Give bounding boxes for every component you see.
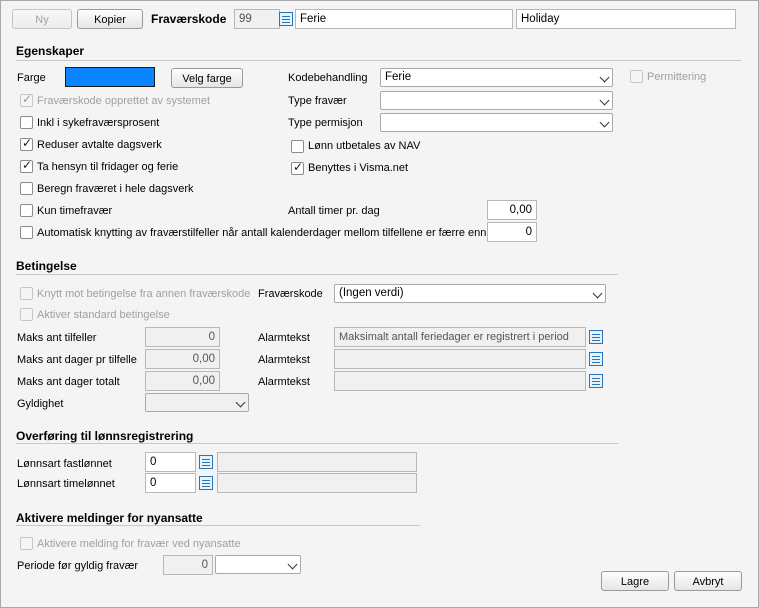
max-days-per-case-label: Maks ant dager pr tilfelle <box>17 354 137 366</box>
new-hires-section-title: Aktivere meldinger for nyansatte <box>16 511 203 525</box>
nav-pay-checkbox[interactable] <box>291 140 304 153</box>
link-other-condition-label: Knytt mot betingelse fra annen fraværsko… <box>37 288 251 300</box>
alarm-text-label-3: Alarmtekst <box>258 376 310 388</box>
name-english-field[interactable]: Holiday <box>516 9 736 29</box>
validity-label: Gyldighet <box>17 398 64 410</box>
lookup-list-icon[interactable] <box>199 476 213 490</box>
layoff-label: Permittering <box>647 71 707 83</box>
absence-type-label: Type fravær <box>288 95 347 107</box>
wage-type-hourly-label: Lønnsart timelønnet <box>17 478 115 490</box>
max-days-total-label: Maks ant dager totalt <box>17 376 120 388</box>
period-unit-select[interactable] <box>215 555 301 574</box>
copy-button[interactable]: Kopier <box>77 9 143 29</box>
auto-link-label: Automatisk knytting av fraværstilfeller … <box>37 227 487 239</box>
max-cases-field[interactable]: 0 <box>145 327 220 347</box>
alarm-text-label-1: Alarmtekst <box>258 332 310 344</box>
checkmark-icon: ✓ <box>22 92 33 106</box>
nav-pay-label: Lønn utbetales av NAV <box>308 140 421 152</box>
alarm-text-label-2: Alarmtekst <box>258 354 310 366</box>
pick-color-button[interactable]: Velg farge <box>171 68 243 88</box>
divider <box>16 443 618 444</box>
lookup-list-icon[interactable] <box>279 12 293 26</box>
max-cases-label: Maks ant tilfeller <box>17 332 97 344</box>
auto-link-checkbox[interactable] <box>20 226 33 239</box>
period-before-valid-field[interactable]: 0 <box>163 555 213 575</box>
activate-standard-checkbox[interactable] <box>20 308 33 321</box>
auto-link-days-field[interactable]: 0 <box>487 222 537 242</box>
alarm-text-field-1[interactable]: Maksimalt antall feriedager er registrer… <box>334 327 586 347</box>
lookup-list-icon[interactable] <box>589 352 603 366</box>
reduce-days-label: Reduser avtalte dagsverk <box>37 139 162 151</box>
chevron-down-icon <box>287 559 298 570</box>
alarm-text-field-2[interactable] <box>334 349 586 369</box>
full-day-label: Beregn fraværet i hele dagsverk <box>37 183 194 195</box>
chevron-down-icon <box>235 397 246 408</box>
divider <box>16 60 741 61</box>
payroll-section-title: Overføring til lønnsregistrering <box>16 429 194 443</box>
activate-new-hire-checkbox[interactable] <box>20 537 33 550</box>
code-handling-select[interactable]: Ferie <box>380 68 613 87</box>
wage-type-fixed-field[interactable]: 0 <box>145 452 196 472</box>
sick-percentage-checkbox[interactable] <box>20 116 33 129</box>
chevron-down-icon <box>599 117 610 128</box>
wage-type-fixed-description <box>217 452 417 472</box>
divider <box>16 274 618 275</box>
absence-type-select[interactable] <box>380 91 613 110</box>
divider <box>16 525 420 526</box>
period-before-valid-label: Periode før gyldig fravær <box>17 560 139 572</box>
consider-holidays-label: Ta hensyn til fridager og ferie <box>37 161 179 173</box>
visma-label: Benyttes i Visma.net <box>308 162 409 174</box>
chevron-down-icon <box>592 288 603 299</box>
full-day-checkbox[interactable] <box>20 182 33 195</box>
sick-percentage-label: Inkl i sykefraværsprosent <box>37 117 160 129</box>
checkmark-icon: ✓ <box>293 160 304 174</box>
system-created-label: Fraværskode opprettet av systemet <box>37 95 211 107</box>
checkmark-icon: ✓ <box>22 158 33 172</box>
hours-only-label: Kun timefravær <box>37 205 113 217</box>
activate-new-hire-label: Aktivere melding for fravær ved nyansatt… <box>37 538 241 550</box>
conditions-section-title: Betingelse <box>16 259 77 273</box>
layoff-checkbox[interactable] <box>630 70 643 83</box>
hours-per-day-field[interactable]: 0,00 <box>487 200 537 220</box>
wage-type-hourly-field[interactable]: 0 <box>145 473 196 493</box>
absence-code-field[interactable]: 99 <box>234 9 280 29</box>
reduce-days-checkbox[interactable]: ✓ <box>20 136 33 151</box>
absence-code-label: Fraværskode <box>151 12 227 26</box>
chevron-down-icon <box>599 95 610 106</box>
leave-type-select[interactable] <box>380 113 613 132</box>
wage-type-fixed-label: Lønnsart fastlønnet <box>17 458 112 470</box>
properties-section-title: Egenskaper <box>16 44 85 58</box>
name-field[interactable]: Ferie <box>295 9 513 29</box>
link-other-condition-checkbox[interactable] <box>20 287 33 300</box>
max-days-total-field[interactable]: 0,00 <box>145 371 220 391</box>
lookup-list-icon[interactable] <box>589 374 603 388</box>
hours-per-day-label: Antall timer pr. dag <box>288 205 380 217</box>
wage-type-hourly-description <box>217 473 417 493</box>
condition-code-select[interactable]: (Ingen verdi) <box>334 284 606 303</box>
color-swatch[interactable] <box>65 67 155 87</box>
chevron-down-icon <box>599 72 610 83</box>
code-handling-label: Kodebehandling <box>288 72 368 84</box>
checkmark-icon: ✓ <box>22 136 33 150</box>
absence-code-dialog: Ny Kopier Fraværskode 99 Ferie Holiday E… <box>0 0 759 608</box>
lookup-list-icon[interactable] <box>589 330 603 344</box>
new-button[interactable]: Ny <box>12 9 72 29</box>
color-label: Farge <box>17 72 46 84</box>
validity-select[interactable] <box>145 393 249 412</box>
alarm-text-field-3[interactable] <box>334 371 586 391</box>
lookup-list-icon[interactable] <box>199 455 213 469</box>
save-button[interactable]: Lagre <box>601 571 669 591</box>
leave-type-label: Type permisjon <box>288 117 363 129</box>
hours-only-checkbox[interactable] <box>20 204 33 217</box>
condition-code-label: Fraværskode <box>258 288 323 300</box>
consider-holidays-checkbox[interactable]: ✓ <box>20 158 33 173</box>
visma-checkbox[interactable]: ✓ <box>291 160 304 175</box>
max-days-per-case-field[interactable]: 0,00 <box>145 349 220 369</box>
cancel-button[interactable]: Avbryt <box>674 571 742 591</box>
system-created-checkbox[interactable]: ✓ <box>20 92 33 107</box>
activate-standard-label: Aktiver standard betingelse <box>37 309 170 321</box>
